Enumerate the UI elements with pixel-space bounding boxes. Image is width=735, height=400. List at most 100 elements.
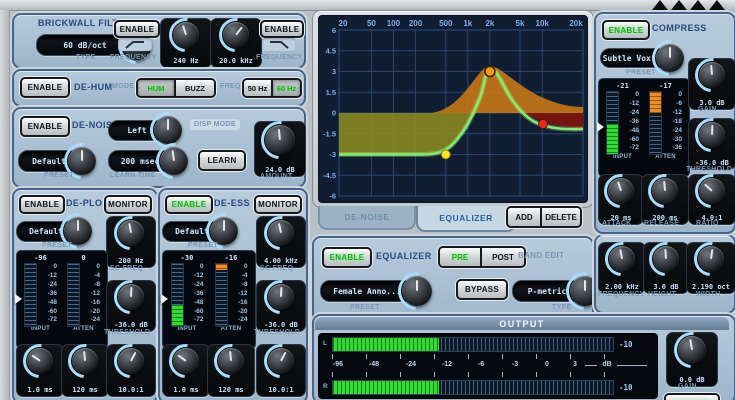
hp-frequency-knob[interactable]	[173, 22, 199, 48]
deess-threshold-value: -36.0 dB	[264, 321, 298, 329]
deplode-enable-button[interactable]: ENABLE	[19, 195, 65, 214]
deess-release-knob[interactable]	[218, 348, 244, 374]
eq-band-point-yellow[interactable]	[441, 150, 450, 159]
svg-text:50: 50	[367, 19, 376, 28]
band-frequency-knob[interactable]	[609, 246, 635, 272]
deplode-preset-knob[interactable]	[64, 217, 92, 245]
scale-tick: -60	[40, 309, 57, 316]
dehum-enable-button[interactable]: ENABLE	[20, 77, 70, 98]
deess-threshold-knob[interactable]	[268, 284, 294, 310]
deplode-attack-knob[interactable]	[27, 348, 53, 374]
compress-ratio-knob[interactable]	[699, 178, 725, 204]
deess-scfreq-knob[interactable]	[268, 220, 294, 246]
band-edit-panel: 2.00 kHz FREQUENCY 3.0 dB HEIGHT 2.190 o…	[594, 234, 735, 314]
output-gain-tile: 0.0 dB	[666, 332, 718, 387]
lp-enable-button[interactable]: ENABLE	[260, 20, 304, 38]
deplode-meter: -96 0-12-24-36-48-60-72 INPUT 0 0-4-8-12…	[16, 250, 108, 349]
deess-scfreq-tile: 4.00 kHz	[256, 216, 306, 268]
compress-enable-button[interactable]: ENABLE	[602, 20, 650, 40]
eq-graph-plot: 20 50 100 200 500 1k 2k 5k 10k 20k 6 4.5…	[318, 15, 588, 203]
eq-band-point-red[interactable]	[539, 120, 548, 129]
dehum-freq-60-button[interactable]: 60 Hz	[271, 80, 300, 96]
deess-ratio-value: 10.0:1	[268, 386, 293, 394]
denoise-learntime-knob[interactable]	[160, 147, 188, 175]
output-gain-knob[interactable]	[678, 336, 706, 364]
svg-text:3: 3	[332, 67, 336, 76]
dehum-freq-50-button[interactable]: 50 Hz	[244, 80, 271, 96]
compress-attack-knob[interactable]	[608, 178, 634, 204]
deplode-threshold-knob[interactable]	[118, 284, 144, 310]
denoise-amount-knob[interactable]	[265, 125, 295, 155]
tab-denoise[interactable]: DE-NOISE	[318, 206, 416, 230]
eq-preset-group: Female Anno...	[320, 276, 432, 306]
svg-text:-1.5: -1.5	[323, 129, 336, 138]
deplode-ratio-knob[interactable]	[118, 348, 144, 374]
band-width-knob[interactable]	[698, 246, 724, 272]
lp-frequency-knob[interactable]	[223, 22, 249, 48]
band-delete-button[interactable]: DELETE	[540, 208, 580, 226]
hp-enable-button[interactable]: ENABLE	[114, 20, 160, 38]
compress-threshold-knob[interactable]	[699, 122, 725, 148]
eq-title: EQUALIZER	[376, 251, 432, 261]
eq-preset-knob[interactable]	[402, 276, 432, 306]
band-edit-label: BAND EDIT	[518, 251, 564, 260]
scale-tick: -48	[622, 128, 639, 135]
compress-release-tile: 200 ms	[641, 174, 689, 225]
scale-tick: -36	[622, 119, 639, 126]
deess-ratio-knob[interactable]	[268, 348, 294, 374]
eq-pre-button[interactable]: PRE	[440, 248, 480, 266]
tab-equalizer[interactable]: EQUALIZER	[416, 206, 516, 232]
scale-tick: -12	[187, 273, 204, 280]
denoise-learn-button[interactable]: LEARN	[198, 150, 246, 171]
denoise-learntime-group: 200 msec	[108, 147, 188, 175]
eq-band-point-orange-selected[interactable]	[485, 67, 495, 77]
svg-text:1.5: 1.5	[326, 88, 336, 97]
band-frequency-label: FREQUENCY	[598, 291, 645, 298]
denoise-preset-knob[interactable]	[68, 147, 96, 175]
svg-text:200: 200	[409, 19, 423, 28]
deplode-release-knob[interactable]	[72, 348, 98, 374]
scale-tick: -72	[622, 145, 639, 152]
deess-monitor-button[interactable]: MONITOR	[254, 195, 302, 214]
deplode-scfreq-knob[interactable]	[118, 220, 144, 246]
compress-preset-knob[interactable]	[656, 44, 684, 72]
deess-preset-knob[interactable]	[210, 217, 238, 245]
denoise-disp-knob[interactable]	[154, 116, 182, 144]
deess-attack-knob[interactable]	[173, 348, 199, 374]
scale-tick: -72	[40, 317, 57, 324]
output-meter: L -10 -96 -48 -24 -12 -6 -3 0 3 dB R -10	[318, 333, 658, 399]
lp-frequency-label: FREQUENCY	[256, 54, 303, 61]
deplode-input-peak: -96	[34, 254, 47, 263]
scale-dash	[585, 365, 597, 366]
scale-tick: -8	[231, 282, 248, 289]
band-add-button[interactable]: ADD	[508, 208, 540, 226]
denoise-enable-button[interactable]: ENABLE	[20, 116, 70, 137]
scale-tick: -4	[83, 273, 100, 280]
output-scale-tick: 3	[573, 361, 577, 368]
output-limiter-button[interactable]: LIMITER	[664, 393, 720, 400]
compress-gain-knob[interactable]	[699, 62, 725, 88]
deess-attack-tile: 1.0 ms	[162, 344, 210, 397]
deess-input-peak: -30	[181, 254, 194, 263]
compress-release-knob[interactable]	[652, 178, 678, 204]
lp-frequency-tile: 20.0 kHz	[210, 18, 262, 68]
svg-text:20: 20	[339, 19, 348, 28]
deplode-atten-meter: 0 0-4-8-12-16-20-24 ATTEN	[67, 254, 100, 346]
dehum-mode-buzz-button[interactable]: BUZZ	[174, 80, 214, 96]
eq-bypass-button[interactable]: BYPASS	[456, 279, 508, 300]
scale-tick: -12	[40, 273, 57, 280]
deess-enable-button[interactable]: ENABLE	[165, 195, 213, 214]
scale-tick: -12	[83, 291, 100, 298]
scale-dash	[617, 365, 647, 366]
band-height-knob[interactable]	[653, 246, 679, 272]
eq-enable-button[interactable]: ENABLE	[322, 247, 372, 268]
output-scale-tick: -12	[442, 361, 452, 368]
hp-frequency-value: 240 Hz	[173, 57, 198, 65]
lp-frequency-value: 20.0 kHz	[219, 57, 253, 65]
scale-tick: -24	[40, 282, 57, 289]
scale-tick: -36	[665, 145, 682, 152]
svg-text:6: 6	[332, 26, 336, 35]
dehum-mode-hum-button[interactable]: HUM	[138, 80, 174, 96]
output-scale-tick: -24	[406, 361, 416, 368]
deplode-monitor-button[interactable]: MONITOR	[104, 195, 152, 214]
